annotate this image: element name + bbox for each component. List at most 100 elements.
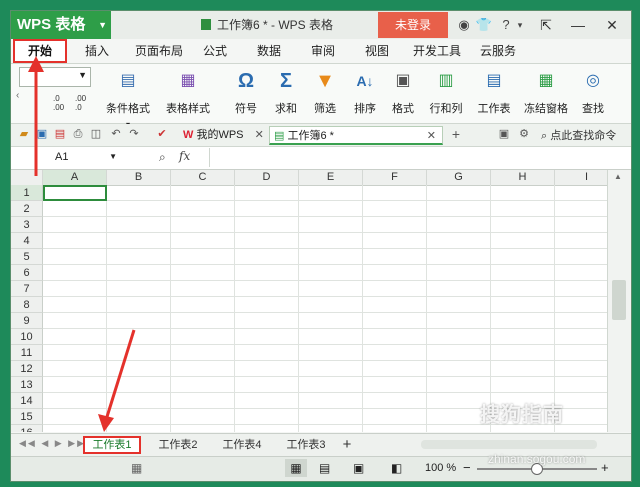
- font-size-select[interactable]: ▼: [19, 67, 91, 87]
- row-header-11[interactable]: 11: [11, 345, 43, 361]
- column-header-d[interactable]: D: [235, 170, 299, 185]
- tab-developer[interactable]: 开发工具: [409, 39, 465, 63]
- tab-data[interactable]: 数据: [249, 39, 289, 63]
- sheet-tab-2[interactable]: 工作表2: [149, 436, 207, 454]
- row-header-16[interactable]: 16: [11, 425, 43, 432]
- symbol-button[interactable]: Ω 符号: [229, 66, 263, 121]
- row-header-3[interactable]: 3: [11, 217, 43, 233]
- normal-view-icon[interactable]: ▦: [285, 459, 307, 477]
- row-header-10[interactable]: 10: [11, 329, 43, 345]
- window-list-icon[interactable]: ▣: [497, 127, 511, 141]
- shirt-icon[interactable]: 👕: [475, 11, 493, 39]
- sheet-tab-4[interactable]: 工作表4: [213, 436, 271, 454]
- filter-button[interactable]: ▼ 筛选: [307, 66, 343, 121]
- row-col-button[interactable]: ▥ 行和列: [425, 66, 467, 121]
- sheet-tab-3[interactable]: 工作表3: [277, 436, 335, 454]
- help-dropdown-icon[interactable]: ▾: [511, 11, 529, 39]
- row-header-7[interactable]: 7: [11, 281, 43, 297]
- reading-mode-icon[interactable]: ◧: [391, 461, 402, 475]
- command-search[interactable]: ⌕ 点此查找命令: [541, 127, 616, 143]
- row-header-8[interactable]: 8: [11, 297, 43, 313]
- scroll-thumb[interactable]: [612, 280, 626, 320]
- name-box[interactable]: A1 ▼: [15, 149, 121, 165]
- scroll-up-icon[interactable]: ▲: [614, 172, 622, 181]
- decrease-decimal-button[interactable]: .00 .0: [75, 94, 86, 112]
- vertical-scrollbar[interactable]: ▲: [607, 170, 631, 432]
- column-header-g[interactable]: G: [427, 170, 491, 185]
- zoom-formula-icon[interactable]: ⌕: [159, 150, 166, 165]
- find-button[interactable]: ◎ 查找: [575, 66, 611, 121]
- tab-workbook6[interactable]: ▤ 工作簿6 * ✕: [269, 126, 443, 145]
- column-header-h[interactable]: H: [491, 170, 555, 185]
- zoom-in-button[interactable]: +: [601, 460, 609, 475]
- table-style-button[interactable]: ▦ 表格样式: [159, 66, 217, 121]
- undo-icon[interactable]: ↶: [109, 127, 123, 141]
- column-header-f[interactable]: F: [363, 170, 427, 185]
- scroll-left-icon[interactable]: ‹: [16, 90, 19, 101]
- export-pdf-icon[interactable]: ▤: [53, 127, 67, 141]
- function-icon[interactable]: fx: [179, 149, 190, 163]
- column-header-b[interactable]: B: [107, 170, 171, 185]
- row-header-14[interactable]: 14: [11, 393, 43, 409]
- spreadsheet-grid[interactable]: ABCDEFGHI 12345678910111213141516: [11, 170, 607, 432]
- select-all-corner[interactable]: [11, 170, 43, 185]
- login-button[interactable]: 未登录: [378, 12, 448, 38]
- sum-button[interactable]: Σ 求和: [269, 66, 303, 121]
- row-header-4[interactable]: 4: [11, 233, 43, 249]
- tab-insert[interactable]: 插入: [77, 39, 117, 63]
- print-preview-icon[interactable]: ◫: [89, 127, 103, 141]
- column-header-i[interactable]: I: [555, 170, 607, 185]
- freeze-panes-button[interactable]: ▦ 冻结窗格: [521, 66, 571, 121]
- new-tab-icon[interactable]: +: [449, 127, 463, 141]
- tab-formula[interactable]: 公式: [195, 39, 235, 63]
- row-header-1[interactable]: 1: [11, 185, 43, 201]
- selected-cell-a1[interactable]: [43, 185, 107, 201]
- minimize-button[interactable]: —: [563, 11, 593, 39]
- print-icon[interactable]: ⎙: [71, 127, 85, 141]
- row-header-5[interactable]: 5: [11, 249, 43, 265]
- redo-icon[interactable]: ↷: [127, 127, 141, 141]
- tab-page-layout[interactable]: 页面布局: [127, 39, 191, 63]
- tab-workbook6-label: 工作簿6 *: [287, 130, 334, 142]
- app-logo-button[interactable]: WPS 表格 ▼: [11, 11, 111, 39]
- tab-view[interactable]: 视图: [357, 39, 397, 63]
- restore-window-icon[interactable]: ⇱: [531, 11, 561, 39]
- sheet-tab-1[interactable]: 工作表1: [83, 436, 141, 454]
- tab-review[interactable]: 审阅: [303, 39, 343, 63]
- formula-input[interactable]: [209, 148, 630, 167]
- column-header-c[interactable]: C: [171, 170, 235, 185]
- zoom-out-button[interactable]: −: [463, 460, 471, 475]
- row-header-15[interactable]: 15: [11, 409, 43, 425]
- conditional-format-button[interactable]: ▤ 条件格式▾: [99, 66, 157, 129]
- zoom-level[interactable]: 100 %: [425, 462, 456, 474]
- settings-icon[interactable]: ⚙: [517, 127, 531, 141]
- column-header-e[interactable]: E: [299, 170, 363, 185]
- tab-start[interactable]: 开始: [13, 39, 67, 63]
- worksheet-button[interactable]: ▤ 工作表: [473, 66, 515, 121]
- sort-button[interactable]: A↓ 排序: [347, 66, 383, 121]
- tab-my-wps[interactable]: W 我的WPS ✕: [179, 126, 267, 145]
- sheet-nav-arrows[interactable]: ◀◀ ◀ ▶ ▶▶: [19, 438, 86, 449]
- tab-cloud[interactable]: 云服务: [473, 39, 523, 63]
- grid-column-line: [298, 185, 299, 432]
- column-header-a[interactable]: A: [43, 170, 107, 185]
- horizontal-scrollbar[interactable]: [421, 440, 597, 449]
- page-layout-view-icon[interactable]: ▣: [353, 461, 364, 475]
- row-header-12[interactable]: 12: [11, 361, 43, 377]
- pin-icon[interactable]: ✔: [155, 127, 169, 141]
- close-icon[interactable]: ✕: [427, 127, 436, 146]
- row-header-13[interactable]: 13: [11, 377, 43, 393]
- save-icon[interactable]: ▣: [35, 127, 49, 141]
- close-icon[interactable]: ✕: [255, 129, 264, 141]
- page-break-view-icon[interactable]: ▤: [319, 461, 330, 475]
- increase-decimal-button[interactable]: .0 .00: [53, 94, 64, 112]
- open-folder-icon[interactable]: ▰: [17, 127, 31, 141]
- format-button[interactable]: ▣ 格式: [385, 66, 421, 121]
- add-sheet-button[interactable]: +: [337, 436, 357, 454]
- skin-icon[interactable]: ◉: [455, 11, 473, 39]
- close-button[interactable]: ✕: [597, 11, 627, 39]
- row-header-6[interactable]: 6: [11, 265, 43, 281]
- row-header-2[interactable]: 2: [11, 201, 43, 217]
- macro-icon[interactable]: ▦: [131, 461, 142, 475]
- row-header-9[interactable]: 9: [11, 313, 43, 329]
